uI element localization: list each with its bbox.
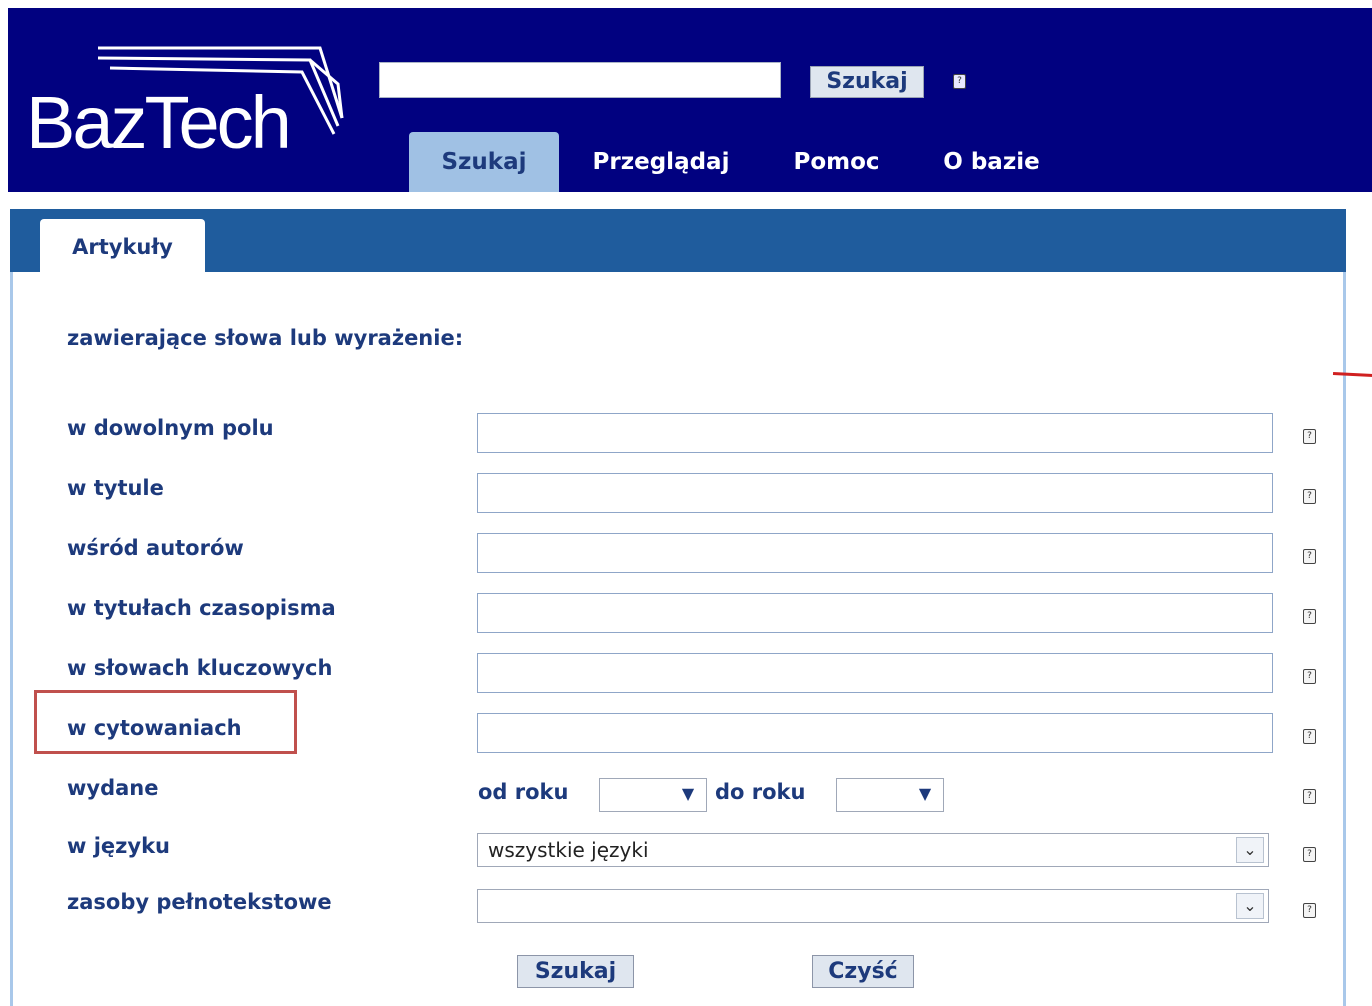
search-button[interactable]: Szukaj xyxy=(517,955,634,988)
year-from-select[interactable]: ▼ xyxy=(599,778,707,812)
help-icon[interactable]: ? xyxy=(1303,847,1316,862)
language-value: wszystkie języki xyxy=(488,838,649,862)
help-icon[interactable]: ? xyxy=(1303,609,1316,624)
field-label-keywords: w słowach kluczowych xyxy=(67,656,333,680)
field-label-published: wydane xyxy=(67,776,159,800)
field-label-fulltext: zasoby pełnotekstowe xyxy=(67,890,332,914)
help-icon[interactable]: ? xyxy=(1303,489,1316,504)
panel-tab-bar xyxy=(10,209,1346,272)
chevron-down-icon: ▼ xyxy=(681,784,695,803)
help-icon[interactable]: ? xyxy=(1303,429,1316,444)
field-label-any: w dowolnym polu xyxy=(67,416,274,440)
field-label-citations: w cytowaniach xyxy=(67,716,242,740)
year-to-label: do roku xyxy=(715,780,806,804)
field-input-keywords[interactable] xyxy=(477,653,1273,693)
help-icon[interactable]: ? xyxy=(953,74,966,89)
nav-tab-browse[interactable]: Przeglądaj xyxy=(575,132,747,192)
field-input-authors[interactable] xyxy=(477,533,1273,573)
year-from-label: od roku xyxy=(478,780,569,804)
help-icon[interactable]: ? xyxy=(1303,729,1316,744)
field-input-citations[interactable] xyxy=(477,713,1273,753)
field-input-journal[interactable] xyxy=(477,593,1273,633)
language-select[interactable]: wszystkie języki ⌄ xyxy=(477,833,1269,867)
clear-button[interactable]: Czyść xyxy=(812,955,914,988)
help-icon[interactable]: ? xyxy=(1303,789,1316,804)
help-icon[interactable]: ? xyxy=(1303,903,1316,918)
field-label-journal: w tytułach czasopisma xyxy=(67,596,336,620)
field-label-title: w tytule xyxy=(67,476,164,500)
quick-search-input[interactable] xyxy=(379,62,781,98)
quick-search-button[interactable]: Szukaj xyxy=(810,66,924,98)
field-label-language: w języku xyxy=(67,834,170,858)
section-heading: zawierające słowa lub wyrażenie: xyxy=(67,326,464,350)
help-icon[interactable]: ? xyxy=(1303,549,1316,564)
field-input-any[interactable] xyxy=(477,413,1273,453)
tab-articles[interactable]: Artykuły xyxy=(40,219,205,273)
fulltext-select[interactable]: ⌄ xyxy=(477,889,1269,923)
chevron-down-icon: ⌄ xyxy=(1236,893,1264,919)
chevron-down-icon: ⌄ xyxy=(1236,837,1264,863)
field-label-authors: wśród autorów xyxy=(67,536,244,560)
year-to-select[interactable]: ▼ xyxy=(836,778,944,812)
chevron-down-icon: ▼ xyxy=(918,784,932,803)
nav-tab-search[interactable]: Szukaj xyxy=(409,132,559,192)
baztech-logo[interactable]: BazTech xyxy=(20,34,350,164)
nav-tab-help[interactable]: Pomoc xyxy=(775,132,898,192)
nav-tab-about[interactable]: O bazie xyxy=(925,132,1058,192)
field-input-title[interactable] xyxy=(477,473,1273,513)
logo-text: BazTech xyxy=(26,81,292,164)
help-icon[interactable]: ? xyxy=(1303,669,1316,684)
